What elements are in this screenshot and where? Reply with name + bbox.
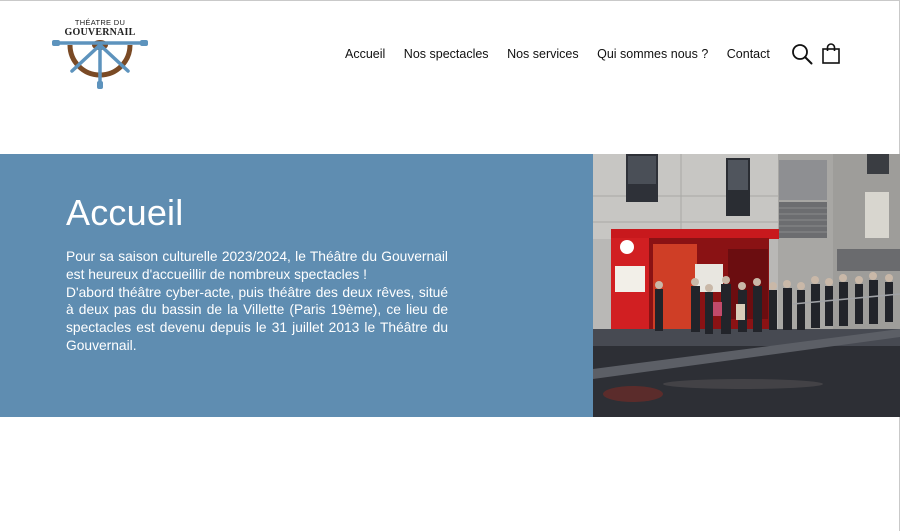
theatre-facade-photo [593,154,900,417]
hero-paragraph-2: D'abord théâtre cyber-acte, puis théâtre… [66,284,448,353]
search-button[interactable] [791,43,813,69]
cart-button[interactable] [821,43,841,69]
main-nav: Accueil Nos spectacles Nos services Qui … [345,47,770,61]
page: THÉATRE DU GOUVERNAIL Accueil Nos specta… [0,0,900,531]
site-logo[interactable]: THÉATRE DU GOUVERNAIL [52,15,148,91]
page-title: Accueil [66,192,184,233]
nav-item-contact[interactable]: Contact [727,47,770,61]
ship-wheel-icon [52,40,148,89]
nav-item-about[interactable]: Qui sommes nous ? [597,47,708,61]
search-icon [792,44,813,65]
hero-description: Pour sa saison culturelle 2023/2024, le … [66,248,448,355]
hero-section: Accueil Pour sa saison culturelle 2023/2… [0,154,900,417]
nav-item-services[interactable]: Nos services [507,47,579,61]
logo-line-1: THÉATRE DU [74,18,126,27]
hero-paragraph-1: Pour sa saison culturelle 2023/2024, le … [66,249,448,282]
nav-item-accueil[interactable]: Accueil [345,47,385,61]
nav-item-spectacles[interactable]: Nos spectacles [404,47,489,61]
shopping-bag-icon [822,43,840,64]
